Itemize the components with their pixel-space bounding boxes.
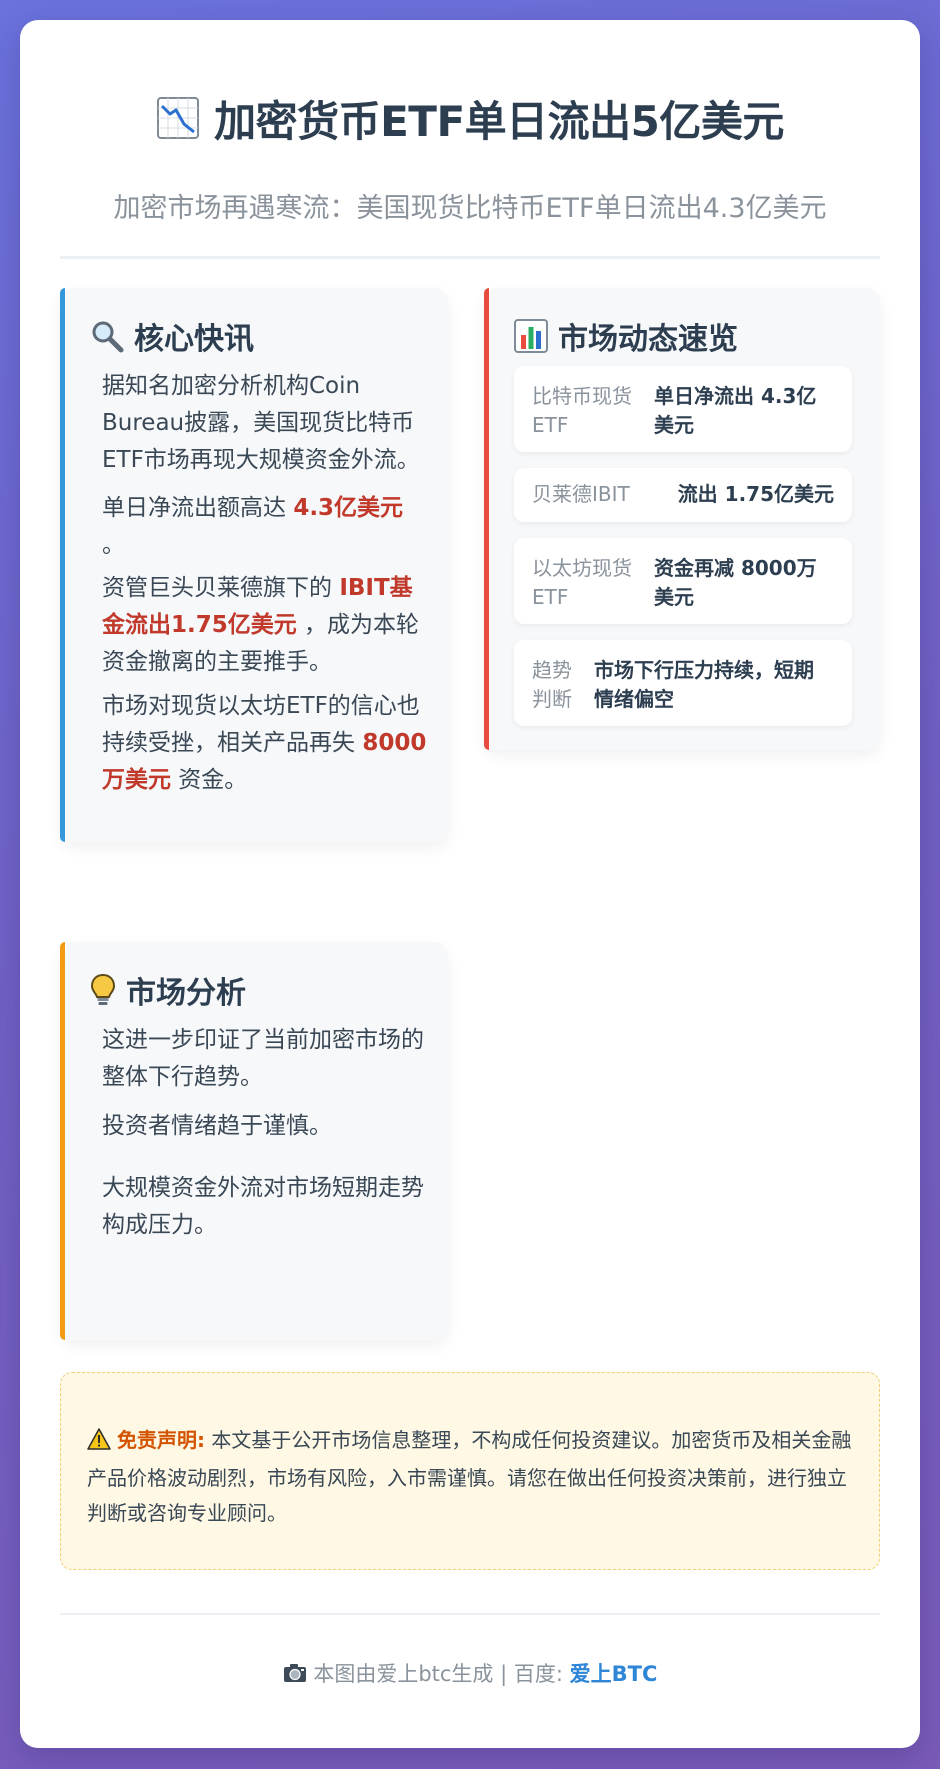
stat-value: 单日净流出 4.3亿美元 [654, 384, 817, 437]
footer-divider [60, 1613, 880, 1615]
page-title: 加密货币ETF单日流出5亿美元 [20, 88, 920, 150]
core-news-panel: 核心快讯 据知名加密分析机构Coin Bureau披露，美国现货比特币ETF市场… [60, 288, 448, 842]
content-card: 加密货币ETF单日流出5亿美元 加密市场再遇寒流：美国现货比特币ETF单日流出4… [20, 20, 920, 1748]
camera-icon [283, 1663, 307, 1688]
warning-icon [87, 1426, 111, 1461]
stat-value: 资金再减 8000万美元 [654, 556, 817, 609]
lightbulb-icon [90, 973, 116, 1007]
analysis-title: 市场分析 [90, 968, 246, 1012]
footer-text: 本图由爱上btc生成 | 百度: [306, 1662, 570, 1686]
disclaimer-label: 免责声明: [117, 1428, 205, 1452]
stat-label: 比特币现货ETF [532, 384, 632, 437]
stat-value: 流出 1.75亿美元 [677, 482, 834, 506]
stat-card-eth-etf: 以太坊现货ETF 资金再减 8000万美元 [514, 538, 852, 624]
stat-label: 以太坊现货ETF [532, 556, 632, 609]
disclaimer-box: 免责声明: 本文基于公开市场信息整理，不构成任何投资建议。加密货币及相关金融产品… [60, 1372, 880, 1570]
core-news-paragraph-2: 单日净流出额高达 4.3亿美元 。 [102, 495, 404, 558]
footer: 本图由爱上btc生成 | 百度: 爱上BTC [20, 1658, 920, 1688]
panel-accent-bar [60, 942, 65, 1340]
core-news-paragraph-1: 据知名加密分析机构Coin Bureau披露，美国现货比特币ETF市场再现大规模… [102, 373, 420, 473]
stat-label: 趋势判断 [532, 658, 572, 711]
stat-label: 贝莱德IBIT [532, 482, 630, 506]
bar-chart-icon [514, 319, 548, 353]
chart-decreasing-icon [156, 96, 200, 150]
magnifier-icon [90, 319, 124, 353]
stat-value: 市场下行压力持续，短期情绪偏空 [594, 658, 814, 711]
panel-accent-bar [60, 288, 65, 842]
page-title-text: 加密货币ETF单日流出5亿美元 [214, 97, 784, 146]
panel-accent-bar [484, 288, 489, 750]
footer-brand-link[interactable]: 爱上BTC [570, 1662, 658, 1686]
core-news-title-text: 核心快讯 [134, 322, 254, 357]
stat-card-trend: 趋势判断 市场下行压力持续，短期情绪偏空 [514, 640, 852, 726]
core-news-paragraph-4: 市场对现货以太坊ETF的信心也持续受挫，相关产品再失 8000万美元 资金。 [102, 693, 427, 793]
market-overview-title-text: 市场动态速览 [558, 322, 738, 357]
stat-card-ibit: 贝莱德IBIT 流出 1.75亿美元 [514, 468, 852, 522]
analysis-paragraph-1: 这进一步印证了当前加密市场的整体下行趋势。 [102, 1027, 424, 1090]
header-divider [60, 256, 880, 259]
core-news-paragraph-3: 资管巨头贝莱德旗下的 IBIT基金流出1.75亿美元 ，成为本轮资金撤离的主要推… [102, 575, 420, 675]
analysis-paragraph-3: 大规模资金外流对市场短期走势构成压力。 [102, 1175, 424, 1238]
market-overview-title: 市场动态速览 [514, 314, 738, 358]
page-subtitle: 加密市场再遇寒流：美国现货比特币ETF单日流出4.3亿美元 [113, 193, 827, 224]
analysis-panel: 市场分析 这进一步印证了当前加密市场的整体下行趋势。 投资者情绪趋于谨慎。 大规… [60, 942, 448, 1340]
analysis-paragraph-2: 投资者情绪趋于谨慎。 [102, 1113, 332, 1139]
core-news-title: 核心快讯 [90, 314, 254, 358]
stat-card-btc-etf: 比特币现货ETF 单日净流出 4.3亿美元 [514, 366, 852, 452]
outflow-amount-highlight: 4.3亿美元 [293, 495, 404, 521]
analysis-title-text: 市场分析 [126, 976, 246, 1011]
disclaimer-text: 免责声明: 本文基于公开市场信息整理，不构成任何投资建议。加密货币及相关金融产品… [87, 1423, 857, 1531]
market-overview-panel: 市场动态速览 比特币现货ETF 单日净流出 4.3亿美元 贝莱德IBIT 流出 … [484, 288, 880, 750]
